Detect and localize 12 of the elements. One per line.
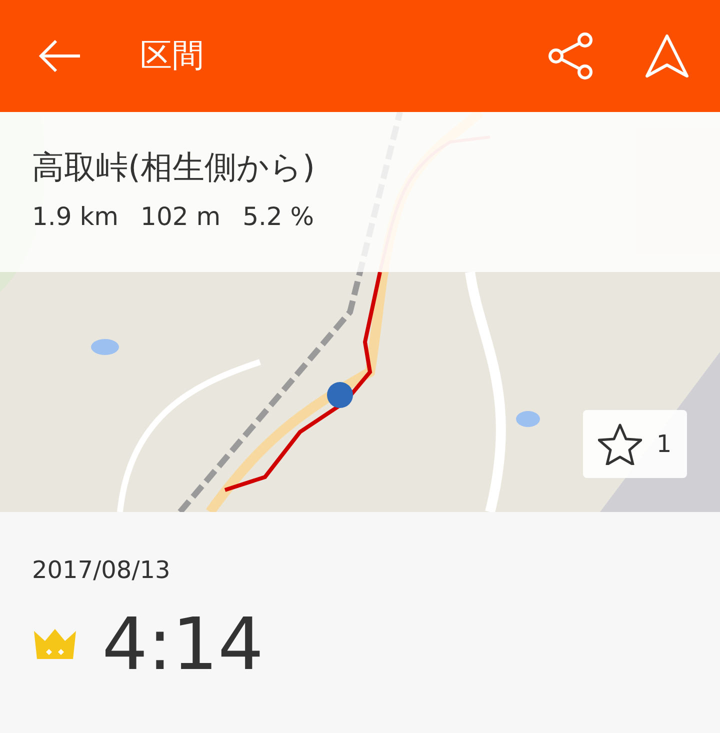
segment-stat: 102 m [140,202,221,231]
star-button[interactable]: 1 [583,410,687,478]
navigation-arrow-icon [644,33,690,79]
effort-date: 2017/08/13 [32,556,172,584]
segment-stat: 1.9 km [32,202,119,231]
segment-name: 高取峠(相生側から) [32,147,316,188]
back-arrow-icon [38,39,82,73]
effort-time: 4:14 [102,602,264,686]
share-icon [548,32,594,80]
segment-stat: 5.2 % [242,202,314,231]
screen-title: 区間 [140,35,205,76]
crown-icon [32,627,78,661]
